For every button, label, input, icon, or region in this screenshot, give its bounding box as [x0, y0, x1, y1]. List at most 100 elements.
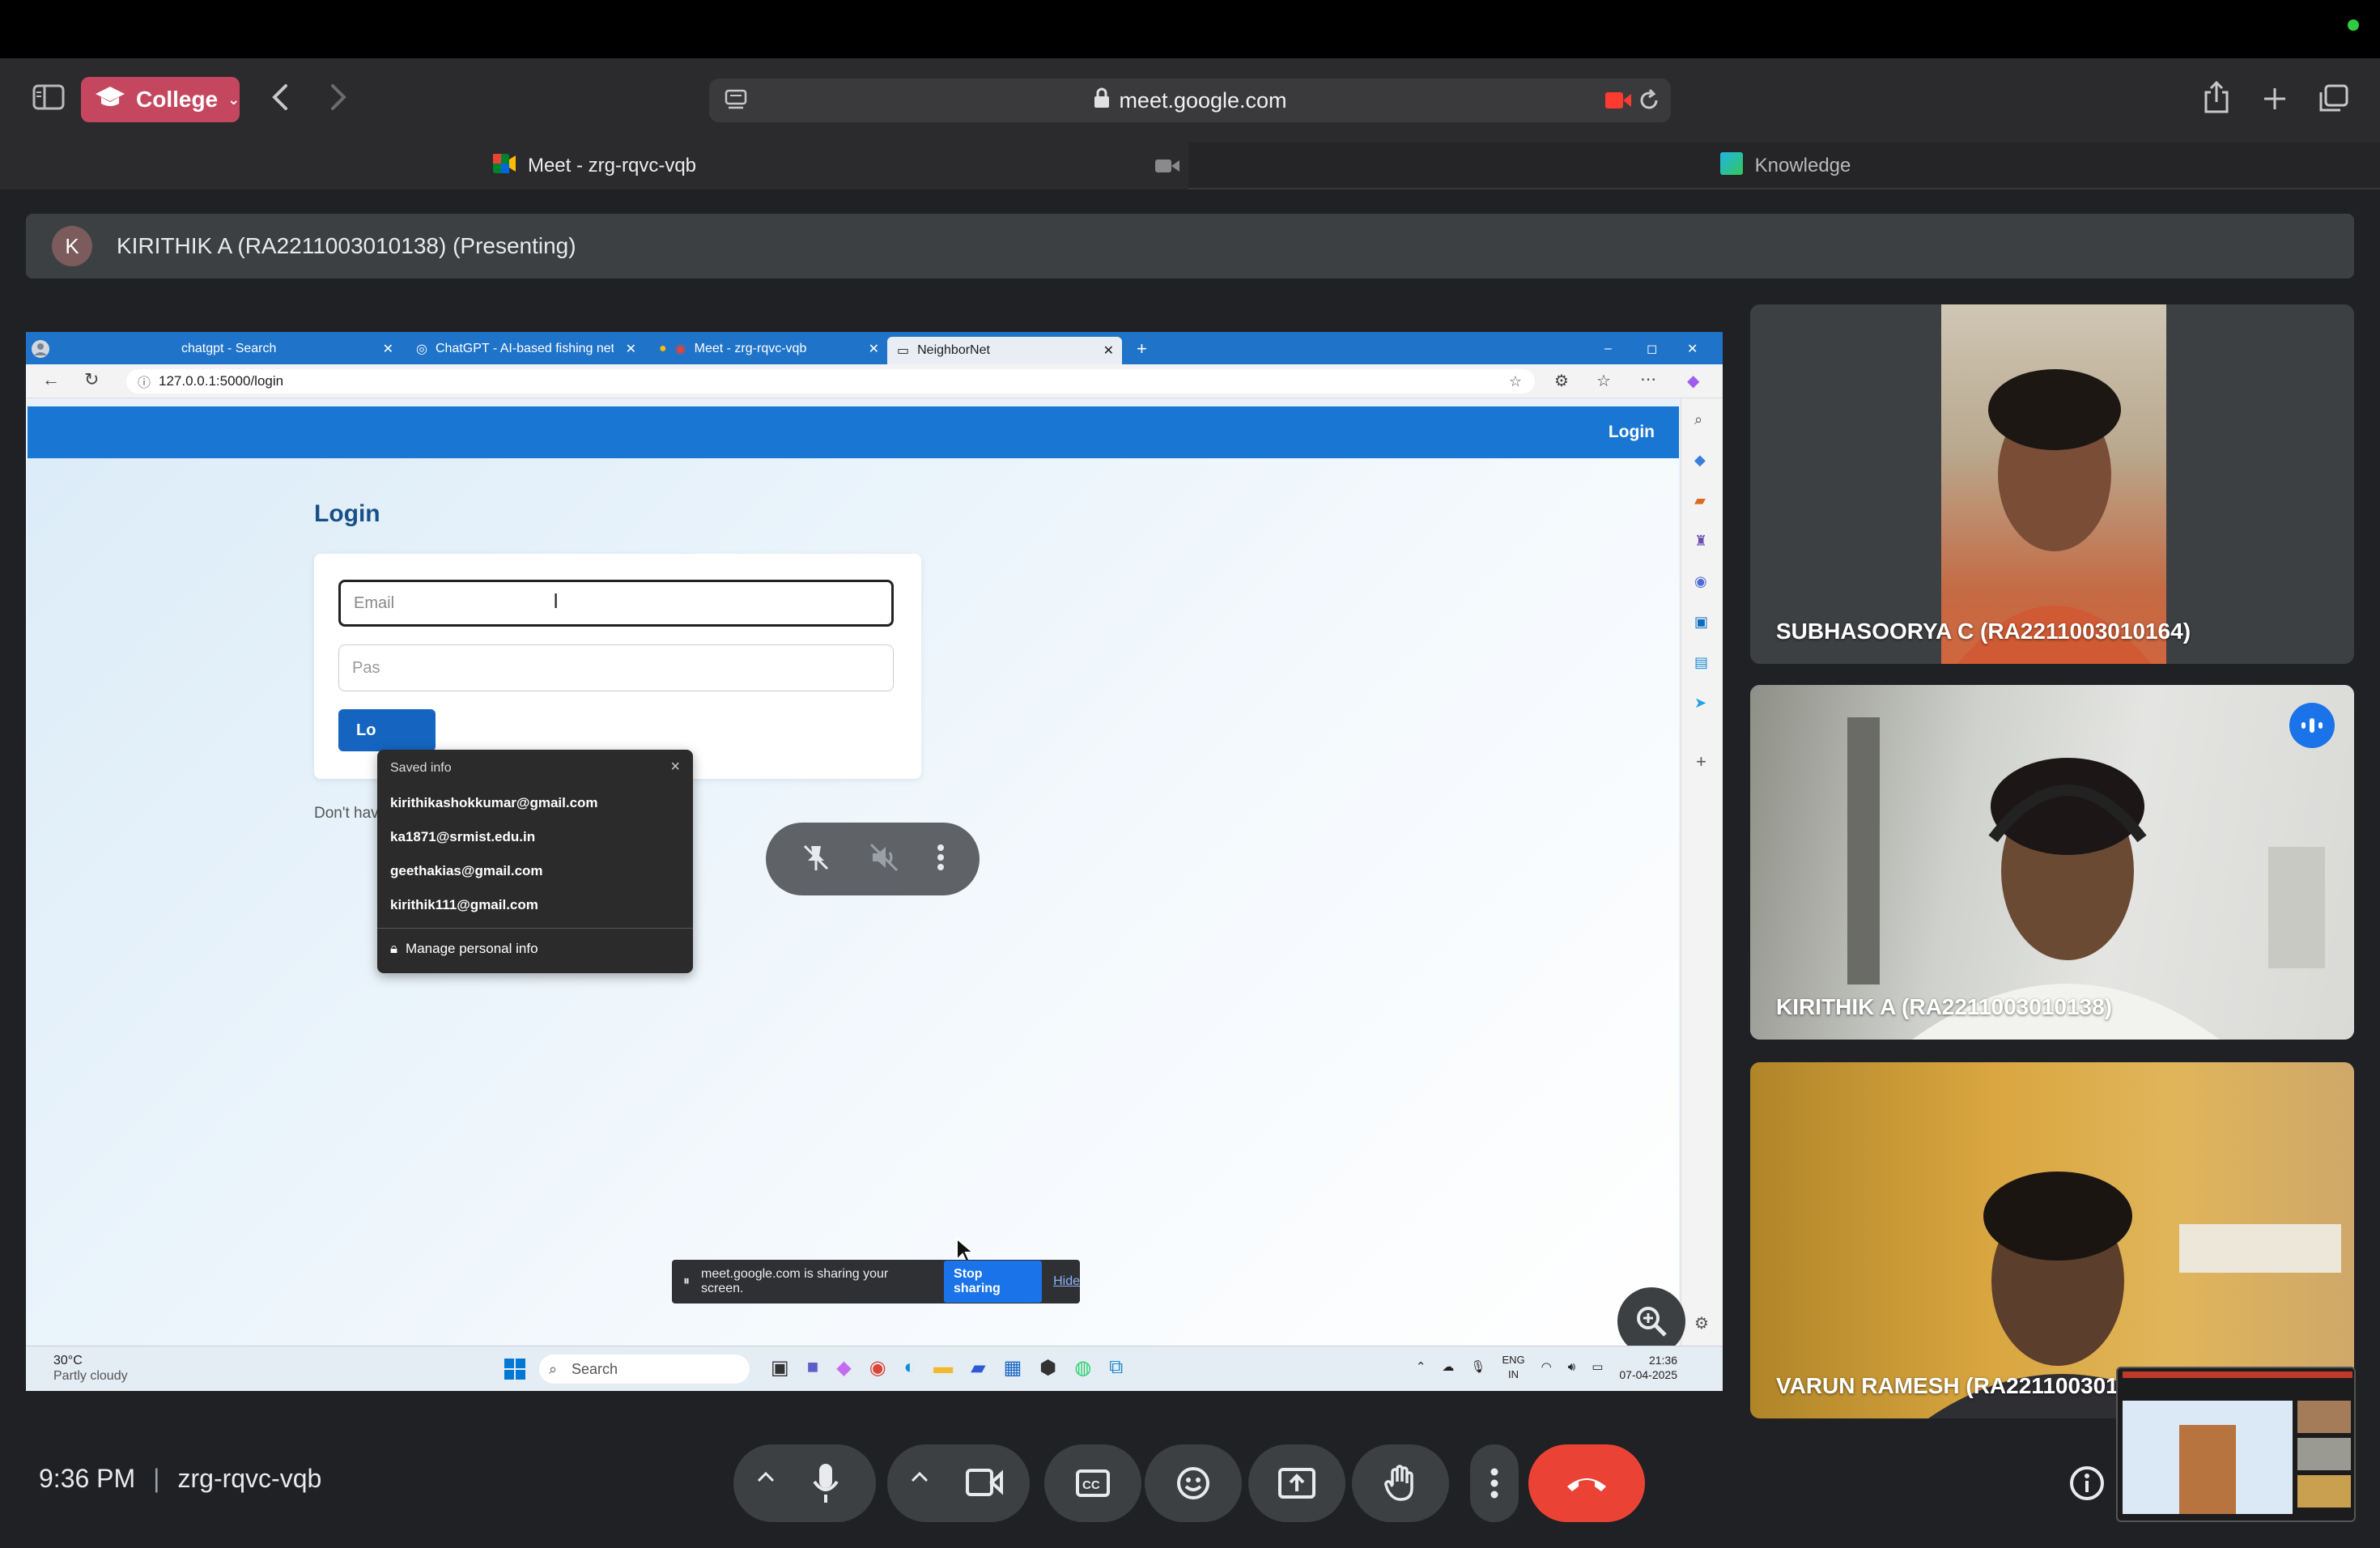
forward-icon[interactable]: [322, 81, 355, 113]
new-tab-icon[interactable]: [2255, 79, 2294, 118]
share-icon[interactable]: [2197, 76, 2236, 118]
meeting-info-icon[interactable]: [2068, 1464, 2106, 1503]
minimize-icon[interactable]: –: [1595, 337, 1621, 361]
games-icon[interactable]: ♜: [1694, 533, 1707, 550]
restore-icon[interactable]: ◻: [1637, 337, 1667, 361]
participant-tile[interactable]: SUBHASOORYA C (RA2211003010164): [1750, 304, 2354, 664]
participant-tile[interactable]: VARUN RAMESH (RA221100301: [1750, 1062, 2354, 1418]
emoji-reactions-button[interactable]: [1145, 1444, 1242, 1522]
close-icon[interactable]: ✕: [1103, 342, 1114, 359]
reload-icon[interactable]: ↻: [84, 369, 99, 390]
back-icon[interactable]: [264, 81, 296, 113]
chrome-icon[interactable]: ◉: [869, 1356, 886, 1380]
language-indicator[interactable]: ENG IN: [1502, 1353, 1524, 1382]
whatsapp-icon[interactable]: ◍: [1074, 1356, 1091, 1380]
windows-start-icon[interactable]: [504, 1358, 526, 1384]
store-icon[interactable]: ▦: [1004, 1356, 1022, 1380]
clock[interactable]: 21:36 07-04-2025: [1619, 1353, 1677, 1382]
stop-sharing-button[interactable]: Stop sharing: [944, 1261, 1043, 1303]
chevron-up-icon[interactable]: ⌃: [1416, 1360, 1426, 1375]
tools-icon[interactable]: ▰: [1694, 492, 1706, 509]
raise-hand-button[interactable]: [1352, 1444, 1449, 1522]
leave-call-button[interactable]: [1528, 1444, 1645, 1522]
copilot-side-icon[interactable]: ◉: [1694, 573, 1707, 590]
edge-new-tab-icon[interactable]: +: [1127, 337, 1157, 361]
participant-tile[interactable]: KIRITHIK A (RA2211003010138): [1750, 685, 2354, 1040]
login-button[interactable]: Lo: [338, 709, 436, 751]
autofill-item[interactable]: geethakias@gmail.com: [390, 863, 543, 879]
drop-icon[interactable]: ▤: [1694, 654, 1708, 671]
page-menu-icon[interactable]: [724, 88, 748, 118]
email-field[interactable]: Email I: [338, 580, 894, 627]
mute-audio-icon[interactable]: [868, 841, 900, 878]
close-icon[interactable]: ×: [670, 758, 680, 776]
copilot-icon[interactable]: ◆: [1687, 371, 1699, 391]
autofill-popup: Saved info × kirithikashokkumar@gmail.co…: [377, 750, 693, 973]
battery-icon[interactable]: ▭: [1592, 1360, 1603, 1375]
edge-tab-search[interactable]: chatgpt - Search ✕: [172, 337, 398, 361]
app-icon[interactable]: ⬢: [1039, 1356, 1056, 1380]
url-bar[interactable]: meet.google.com: [709, 79, 1671, 122]
onedrive-icon[interactable]: ☁: [1442, 1360, 1454, 1375]
info-icon: ⓘ: [138, 376, 151, 390]
weather-widget[interactable]: 30°C Partly cloudy: [53, 1353, 128, 1384]
app-icon[interactable]: ▰: [971, 1356, 985, 1380]
camera-recording-icon[interactable]: [1604, 90, 1632, 117]
vscode-icon[interactable]: ⧉: [1109, 1356, 1123, 1380]
tab-knowledge[interactable]: Knowledge: [1190, 142, 2380, 189]
favorite-star-icon[interactable]: ☆: [1509, 373, 1522, 390]
back-icon[interactable]: ←: [42, 369, 60, 390]
file-explorer-icon[interactable]: ▬: [933, 1356, 953, 1380]
meeting-time: 9:36 PM: [39, 1464, 136, 1493]
teams-icon[interactable]: ■: [807, 1356, 819, 1380]
self-preview[interactable]: [2116, 1367, 2356, 1522]
tab-meet[interactable]: Meet - zrg-rqvc-vqb: [0, 142, 1188, 189]
autofill-item[interactable]: kirithik111@gmail.com: [390, 897, 538, 913]
audio-options-chevron-icon[interactable]: [756, 1470, 776, 1487]
close-icon[interactable]: ✕: [383, 341, 393, 357]
reload-icon[interactable]: [1637, 88, 1661, 118]
microphone-icon[interactable]: [811, 1462, 840, 1508]
tab-overview-icon[interactable]: [2314, 79, 2352, 118]
close-icon[interactable]: ✕: [626, 341, 636, 357]
favorites-icon[interactable]: ☆: [1596, 371, 1611, 391]
taskbar-search[interactable]: ⌕ Search: [539, 1354, 750, 1384]
weather-text: Partly cloudy: [53, 1369, 128, 1383]
edge-tab-neighbornet[interactable]: ▭ NeighborNet ✕: [887, 337, 1122, 364]
sidebar-toggle-icon[interactable]: [29, 78, 68, 117]
add-icon[interactable]: +: [1696, 751, 1706, 772]
window-close-icon[interactable]: ✕: [1677, 337, 1707, 361]
video-options-chevron-icon[interactable]: [910, 1470, 929, 1487]
volume-icon[interactable]: 🔊︎: [1568, 1360, 1575, 1375]
edge-tab-meet[interactable]: ● ◉ Meet - zrg-rqvc-vqb ✕: [649, 337, 884, 361]
captions-button[interactable]: CC: [1044, 1444, 1141, 1522]
profile-button[interactable]: College ⌄: [81, 77, 240, 122]
autofill-item[interactable]: kirithikashokkumar@gmail.com: [390, 795, 598, 811]
outlook-icon[interactable]: ▣: [1694, 614, 1708, 631]
edge-tab-chatgpt[interactable]: ◎ ChatGPT - AI-based fishing net tr ✕: [406, 337, 641, 361]
search-icon[interactable]: ⌕: [1694, 411, 1702, 428]
edge-url-input[interactable]: ⓘ 127.0.0.1:5000/login ☆: [126, 369, 1535, 393]
copilot-icon[interactable]: ◆: [836, 1356, 851, 1380]
password-field[interactable]: Pas: [338, 644, 894, 691]
close-icon[interactable]: ✕: [869, 341, 879, 357]
unpin-icon[interactable]: [800, 841, 832, 878]
more-vert-icon[interactable]: [936, 841, 946, 878]
shopping-icon[interactable]: ◆: [1694, 452, 1706, 469]
more-icon[interactable]: ⋯: [1640, 369, 1656, 389]
extensions-icon[interactable]: ⚙: [1554, 371, 1569, 391]
more-options-button[interactable]: [1470, 1444, 1519, 1522]
hide-link[interactable]: Hide: [1053, 1274, 1080, 1289]
task-view-icon[interactable]: ▣: [771, 1356, 789, 1380]
edge-icon[interactable]: ◐: [904, 1356, 916, 1380]
camera-icon[interactable]: [965, 1467, 1004, 1502]
manage-personal-info[interactable]: 🔒︎ Manage personal info: [390, 941, 538, 957]
wifi-icon[interactable]: ◠: [1541, 1360, 1552, 1375]
preview-building: [2179, 1425, 2236, 1514]
settings-icon[interactable]: ⚙: [1694, 1313, 1709, 1333]
nav-login-link[interactable]: Login: [1609, 423, 1655, 442]
autofill-item[interactable]: ka1871@srmist.edu.in: [390, 829, 535, 845]
present-screen-button[interactable]: [1248, 1444, 1345, 1522]
edge-profile-icon[interactable]: [31, 337, 55, 361]
send-icon[interactable]: ➤: [1694, 695, 1706, 712]
